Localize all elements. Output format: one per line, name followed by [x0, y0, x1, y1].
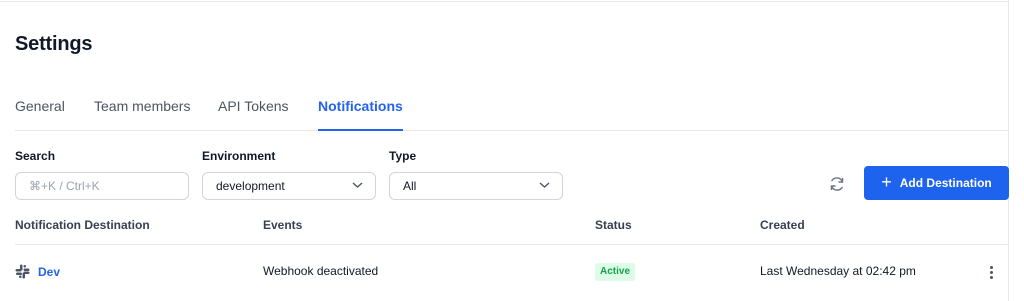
status-badge: Active: [595, 263, 636, 281]
slack-icon: [15, 264, 30, 279]
plus-icon: +: [881, 172, 892, 192]
chevron-down-icon: [352, 182, 363, 188]
created-cell: Last Wednesday at 02:42 pm: [760, 264, 916, 278]
type-label: Type: [389, 149, 417, 163]
tab-team-members[interactable]: Team members: [94, 98, 190, 131]
column-header-events: Events: [263, 218, 303, 232]
chevron-down-icon: [539, 182, 550, 188]
tab-bar: General Team members API Tokens Notifica…: [15, 92, 1008, 131]
environment-value: development: [216, 179, 285, 193]
page-title: Settings: [15, 33, 93, 55]
type-value: All: [403, 179, 417, 193]
column-header-created: Created: [760, 218, 805, 232]
add-destination-label: Add Destination: [899, 176, 992, 190]
tab-api-tokens[interactable]: API Tokens: [218, 98, 289, 131]
environment-select[interactable]: development: [202, 172, 376, 200]
refresh-icon[interactable]: [828, 175, 846, 193]
tab-general[interactable]: General: [15, 98, 65, 131]
destination-name: Dev: [38, 264, 61, 279]
search-placeholder: ⌘+K / Ctrl+K: [29, 179, 100, 193]
environment-label: Environment: [202, 149, 276, 163]
column-header-status: Status: [595, 218, 632, 232]
destination-link[interactable]: Dev: [15, 264, 60, 279]
tab-notifications[interactable]: Notifications: [318, 98, 403, 131]
events-cell: Webhook deactivated: [263, 264, 379, 278]
column-header-destination: Notification Destination: [15, 218, 150, 232]
more-options-icon[interactable]: [984, 263, 998, 281]
search-input[interactable]: ⌘+K / Ctrl+K: [15, 172, 189, 200]
type-select[interactable]: All: [389, 172, 563, 200]
search-label: Search: [15, 149, 56, 163]
add-destination-button[interactable]: + Add Destination: [864, 166, 1009, 200]
right-divider: [1008, 0, 1009, 301]
top-divider: [0, 0, 1008, 2]
table-header-divider: [15, 244, 1008, 245]
